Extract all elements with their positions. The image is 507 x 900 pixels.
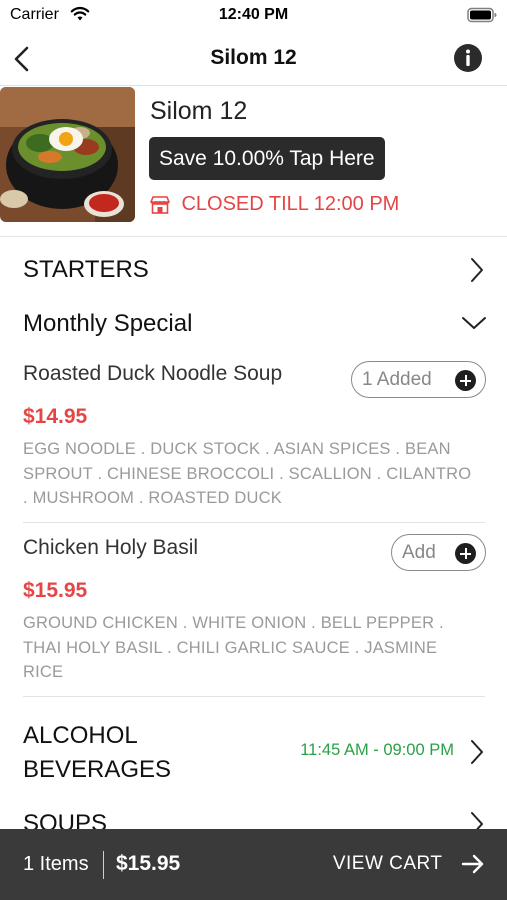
store-status: CLOSED TILL 12:00 PM: [149, 193, 399, 217]
add-to-cart-button[interactable]: 1 Added: [351, 361, 486, 398]
item-description: EGG NOODLE . DUCK STOCK . ASIAN SPICES .…: [23, 440, 472, 507]
restaurant-photo: [0, 87, 135, 222]
menu-item[interactable]: Chicken Holy Basil Add $15.95 GROUND CHI…: [0, 534, 507, 696]
chevron-down-icon: [462, 317, 486, 329]
navigation-bar: Silom 12: [0, 32, 507, 86]
store-icon: [150, 195, 170, 214]
chevron-right-icon: [471, 740, 483, 764]
cart-total: $15.95: [116, 852, 181, 875]
category-title: ALCOHOL BEVERAGES: [23, 722, 172, 783]
item-price: $15.95: [23, 579, 88, 602]
arrow-right-icon: [461, 854, 484, 874]
category-monthly-special[interactable]: Monthly Special: [0, 296, 507, 350]
restaurant-header: Silom 12 Save 10.00% Tap Here CLOSED TIL…: [0, 87, 507, 237]
view-cart-button[interactable]: VIEW CART: [333, 853, 485, 879]
chevron-right-icon: [471, 812, 483, 830]
cart-bar[interactable]: 1 Items $15.95 VIEW CART: [0, 829, 507, 900]
item-name: Roasted Duck Noodle Soup: [23, 362, 283, 385]
category-title: STARTERS: [23, 256, 149, 283]
battery-icon: [467, 7, 497, 23]
status-time: 12:40 PM: [218, 6, 289, 23]
item-price: $14.95: [23, 405, 88, 428]
closed-status-text: CLOSED TILL 12:00 PM: [181, 193, 400, 215]
category-title: SOUPS: [23, 810, 108, 830]
category-starters[interactable]: STARTERS: [0, 242, 507, 296]
menu-item[interactable]: Roasted Duck Noodle Soup 1 Added $14.95 …: [0, 361, 507, 522]
plus-icon: [455, 370, 476, 391]
discount-button[interactable]: Save 10.00% Tap Here: [149, 137, 385, 180]
add-button-label: Add: [402, 542, 436, 563]
chevron-right-icon: [471, 258, 483, 282]
cart-item-count: 1 Items: [23, 853, 89, 875]
add-button-label: 1 Added: [362, 369, 432, 390]
item-description: GROUND CHICKEN . WHITE ONION . BELL PEPP…: [23, 614, 444, 681]
divider: [23, 696, 485, 697]
add-to-cart-button[interactable]: Add: [391, 534, 486, 571]
restaurant-name: Silom 12: [150, 97, 248, 125]
page-title: Silom 12: [210, 46, 297, 69]
divider: [23, 522, 485, 523]
category-soups[interactable]: SOUPS: [0, 800, 507, 830]
plus-icon: [455, 543, 476, 564]
divider: [103, 851, 104, 879]
status-bar: Carrier 12:40 PM: [0, 0, 507, 32]
category-hours: 11:45 AM - 09:00 PM: [300, 741, 454, 759]
info-icon[interactable]: [453, 43, 483, 73]
view-cart-label: VIEW CART: [332, 853, 443, 874]
item-name: Chicken Holy Basil: [23, 536, 199, 559]
category-title: Monthly Special: [23, 310, 193, 337]
